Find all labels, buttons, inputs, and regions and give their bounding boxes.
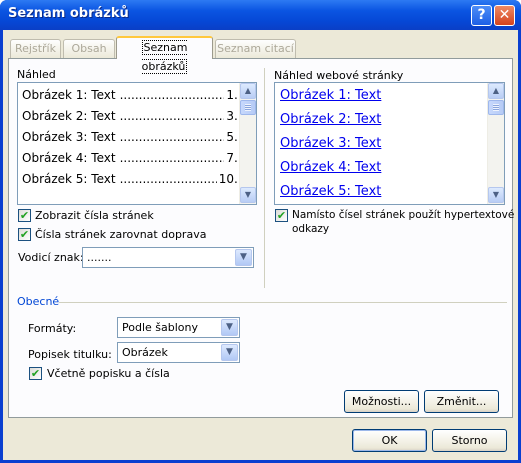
caption-label-label: Popisek titulku: [28,348,112,361]
help-button[interactable]: ? [471,5,492,26]
list-item: Obrázek 1: Text.........................… [22,88,257,102]
arrow-up-icon[interactable]: ▲ [240,83,256,99]
use-hyperlinks-label: Namísto čísel stránek použít hypertextov… [292,209,515,221]
dialog-body: Rejstřík Obsah Seznam obrázků Seznam cit… [3,30,518,460]
column-divider [264,68,265,288]
tab-rejstrik[interactable]: Rejstřík [10,39,61,58]
cancel-button[interactable]: Storno [432,429,507,452]
title-bar: Seznam obrázků ? ✕ [0,0,521,30]
caption-label-value: Obrázek [122,346,168,359]
tab-label: Obsah [71,42,107,55]
ok-button[interactable]: OK [352,429,427,452]
checkmark-icon: ✔ [30,367,41,380]
tab-label: Seznam obrázků [141,40,188,74]
tab-panel: Náhled Obrázek 1: Text..................… [8,58,515,418]
print-preview-scrollbar[interactable]: ▲ ▼ [239,83,256,204]
web-preview-link: Obrázek 4: Text [280,160,382,175]
print-preview-box: Obrázek 1: Text.........................… [17,82,257,205]
include-label-checkbox[interactable]: ✔ [29,367,42,380]
web-preview-link: Obrázek 1: Text [280,88,382,103]
web-preview-box: Obrázek 1: Text Obrázek 2: Text Obrázek … [274,82,505,205]
web-preview-label: Náhled webové stránky [274,69,404,82]
window-title: Seznam obrázků [8,6,129,21]
tab-leader-value: ....... [87,251,112,264]
web-preview-scrollbar[interactable]: ▲ ▼ [487,83,504,204]
tab-label: Rejstřík [15,42,56,55]
arrow-up-icon[interactable]: ▲ [488,83,504,99]
list-item: Obrázek 3: Text.........................… [22,130,257,144]
use-hyperlinks-checkbox[interactable]: ✔ [275,209,288,222]
tab-leader-select[interactable]: ....... ▼ [82,247,254,268]
help-icon: ? [477,7,486,23]
web-preview-link: Obrázek 5: Text [280,184,382,199]
tab-obsah[interactable]: Obsah [63,39,115,58]
include-label-label: Včetně popisku a čísla [47,367,170,380]
checkmark-icon: ✔ [19,209,30,222]
options-button[interactable]: Možnosti... [344,390,419,413]
right-align-label: Čísla stránek zarovnat doprava [35,228,207,241]
group-separator [59,302,507,303]
caption-label-select[interactable]: Obrázek ▼ [117,342,240,363]
show-page-numbers-label: Zobrazit čísla stránek [35,209,154,222]
close-button[interactable]: ✕ [494,5,515,26]
web-preview-link: Obrázek 2: Text [280,112,382,127]
scroll-thumb[interactable] [488,100,504,115]
checkmark-icon: ✔ [276,209,287,222]
arrow-down-icon[interactable]: ▼ [240,187,256,203]
general-group-label: Obecné [17,295,60,308]
right-align-checkbox[interactable]: ✔ [18,228,31,241]
tab-seznam-obrazku[interactable]: Seznam obrázků [116,36,213,74]
web-preview-link: Obrázek 3: Text [280,136,382,151]
print-preview-label: Náhled [17,68,56,81]
use-hyperlinks-label-cont: odkazy [292,223,330,235]
scroll-thumb[interactable] [240,100,256,115]
close-icon: ✕ [498,7,511,23]
list-item: Obrázek 4: Text.........................… [22,151,257,165]
formats-value: Podle šablony [122,321,198,334]
checkmark-icon: ✔ [19,228,30,241]
arrow-down-icon[interactable]: ▼ [488,187,504,203]
list-item: Obrázek 2: Text.........................… [22,109,257,123]
formats-select[interactable]: Podle šablony ▼ [117,317,240,338]
tab-leader-label: Vodicí znak: [18,251,84,264]
chevron-down-icon[interactable]: ▼ [221,319,238,336]
chevron-down-icon[interactable]: ▼ [221,344,238,361]
dialog-window: Seznam obrázků ? ✕ Rejstřík Obsah Seznam… [0,0,521,463]
modify-button[interactable]: Změnit... [424,390,499,413]
formats-label: Formáty: [28,322,77,335]
tab-seznam-citaci[interactable]: Seznam citací [215,39,296,58]
list-item: Obrázek 5: Text.........................… [22,172,257,186]
show-page-numbers-checkbox[interactable]: ✔ [18,209,31,222]
tab-label: Seznam citací [217,42,294,55]
chevron-down-icon[interactable]: ▼ [235,249,252,266]
